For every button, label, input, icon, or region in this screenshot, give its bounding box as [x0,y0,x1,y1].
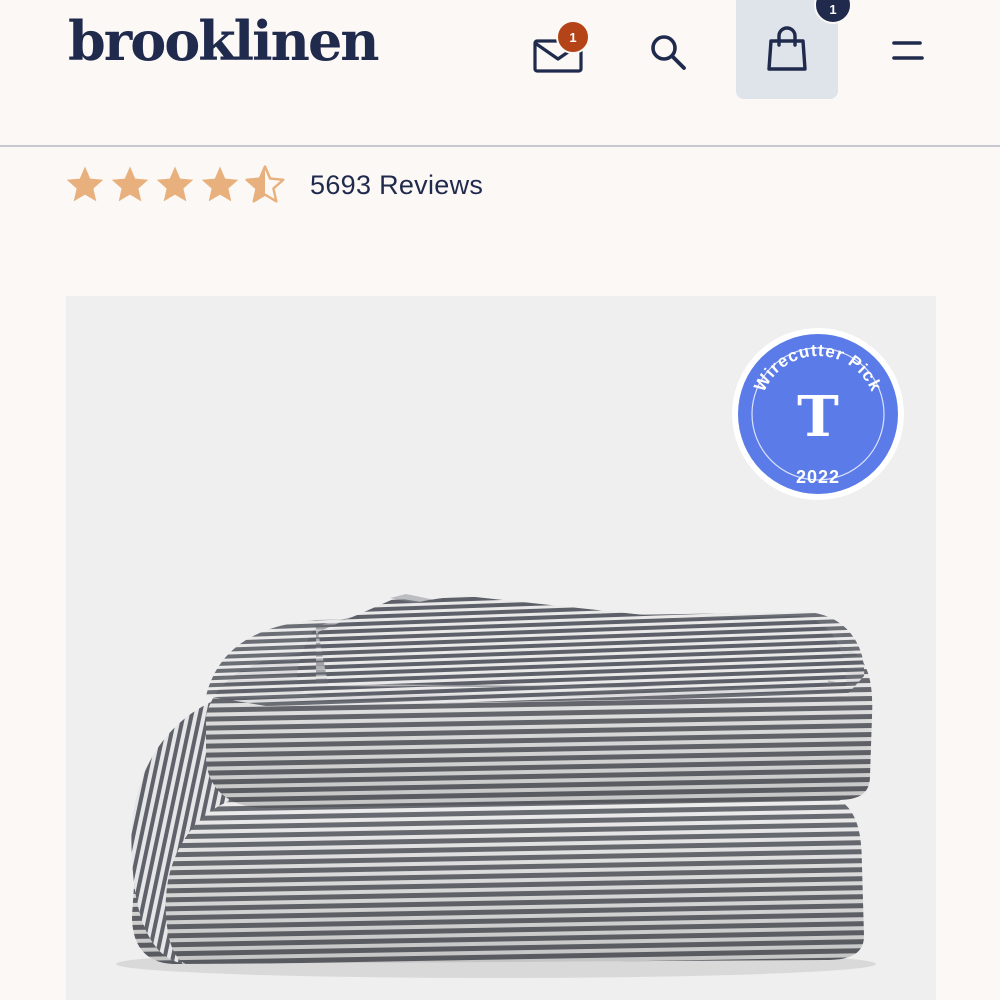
search-button[interactable] [640,24,696,80]
award-logo-glyph: T [797,384,839,450]
brand-logo[interactable]: brooklinen [68,6,380,76]
site-header: brooklinen 1 1 [0,0,1000,146]
star-icon [245,165,285,203]
menu-icon [892,41,924,60]
award-year: 2022 [796,467,840,487]
star-icon [201,166,239,202]
award-badge: Wirecutter Pick T 2022 [732,328,904,500]
rating-stars [64,164,286,206]
product-page: brooklinen 1 1 5693 Reviews Wirecutter P… [0,0,1000,1000]
menu-button[interactable] [880,28,936,72]
product-image[interactable]: Wirecutter Pick T 2022 [66,296,936,1000]
product-rating[interactable]: 5693 Reviews [64,162,483,208]
header-divider [0,145,1000,147]
star-icon [66,166,104,202]
messages-count-badge: 1 [556,20,590,54]
star-icon [156,166,194,202]
reviews-count[interactable]: 5693 Reviews [310,170,483,201]
search-icon [651,35,686,70]
star-icon [111,166,149,202]
shopping-bag-icon [767,25,807,71]
